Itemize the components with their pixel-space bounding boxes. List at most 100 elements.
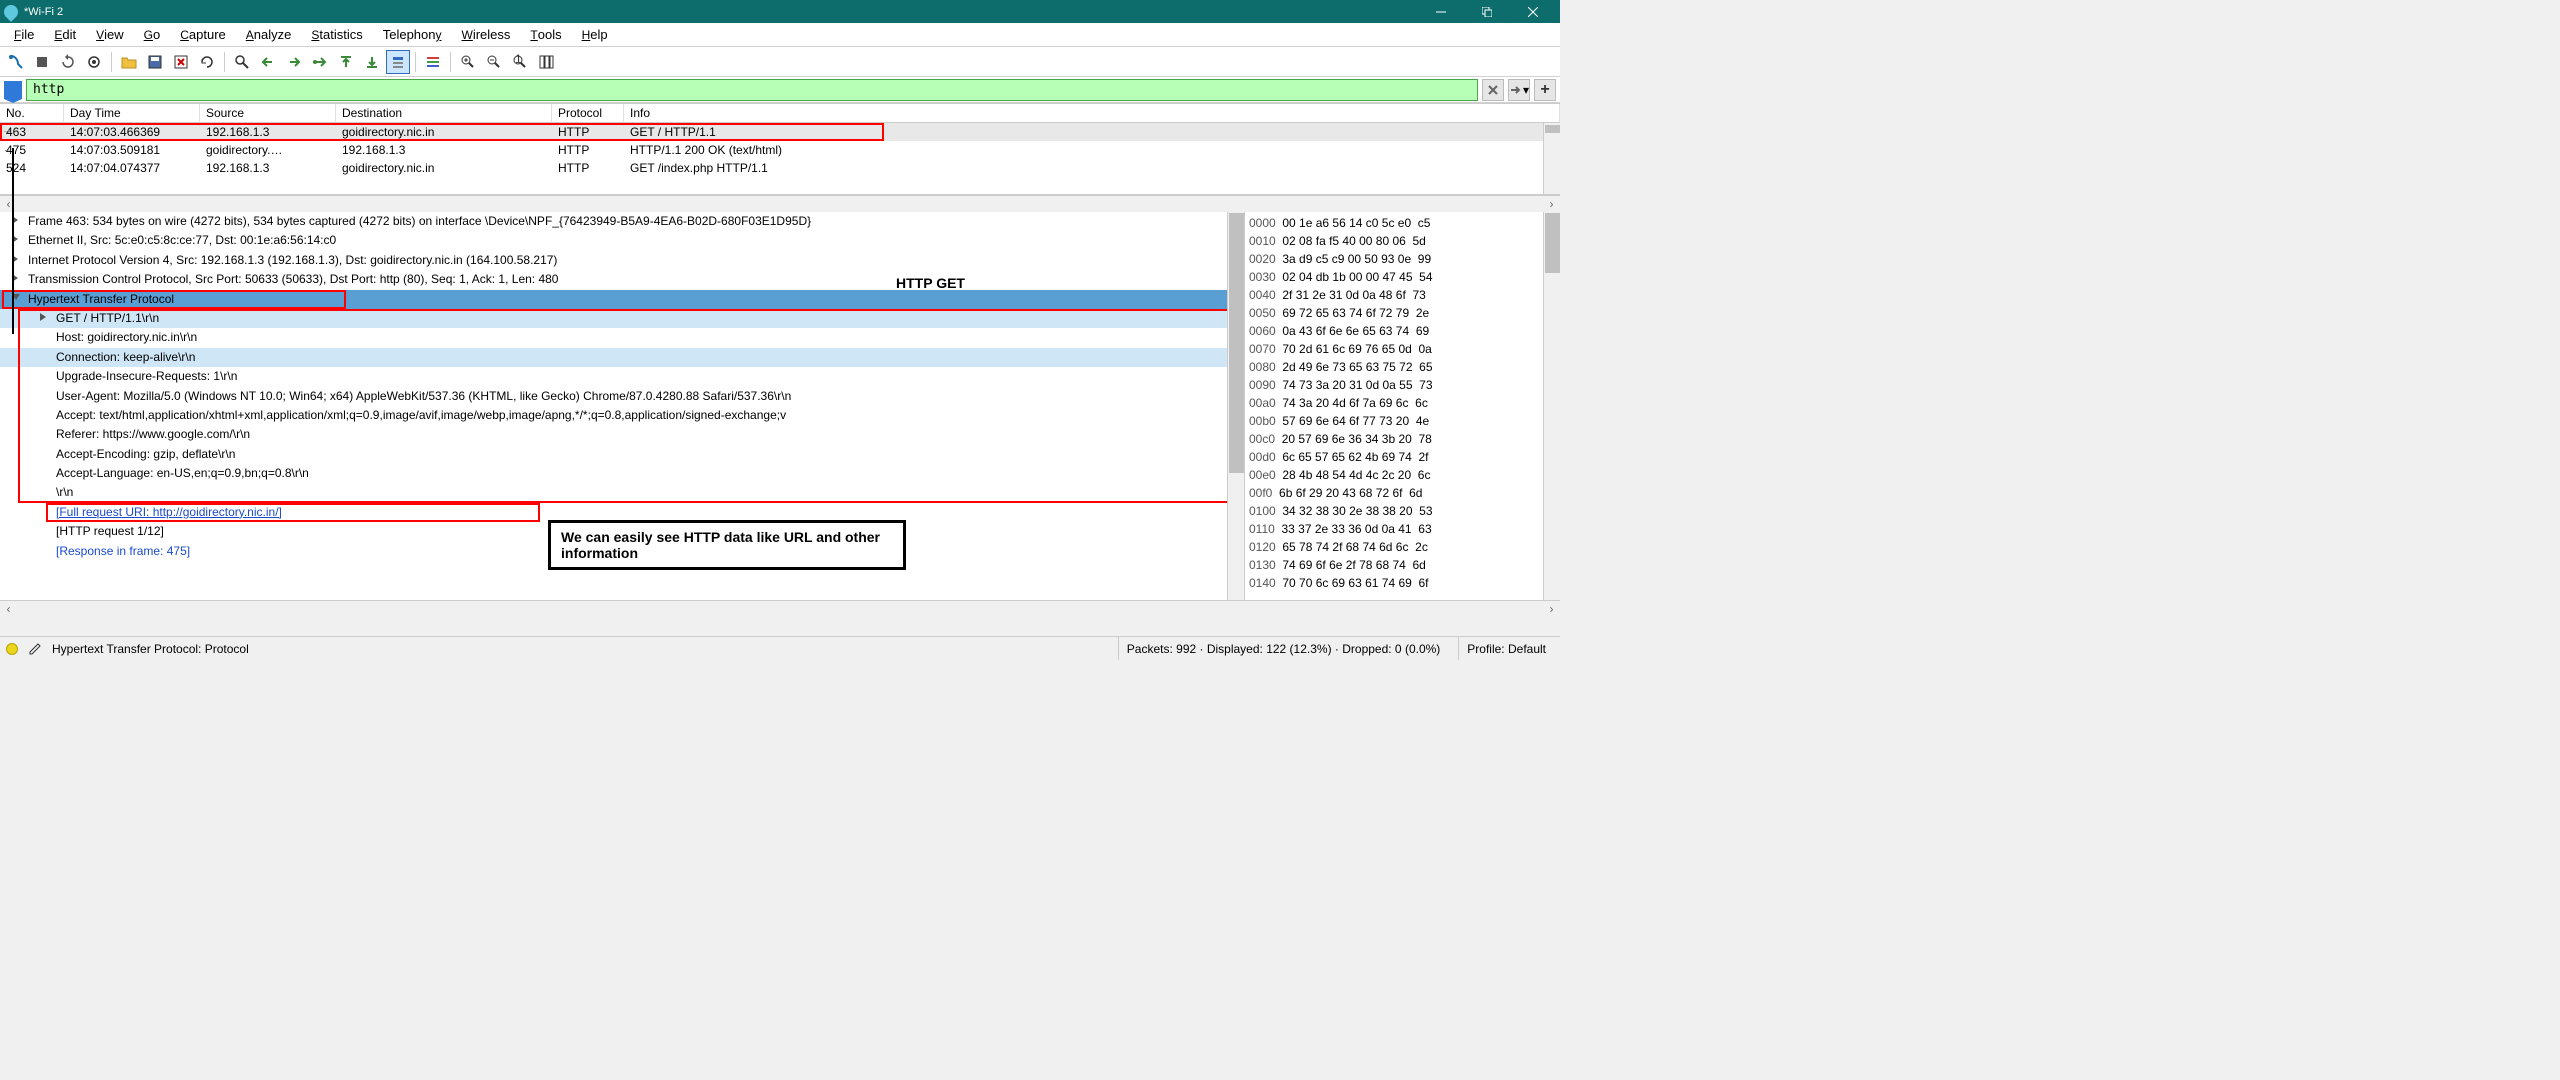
detail-http-get[interactable]: GET / HTTP/1.1\r\n	[0, 309, 1244, 328]
detail-ethernet[interactable]: Ethernet II, Src: 5c:e0:c5:8c:ce:77, Dst…	[0, 231, 1244, 250]
hex-row[interactable]: 00e0 28 4b 48 54 4d 4c 2c 20 6c	[1249, 466, 1556, 484]
start-capture-button[interactable]	[4, 50, 28, 74]
expert-info-icon[interactable]	[6, 643, 18, 655]
col-header-time[interactable]: Day Time	[64, 104, 200, 122]
col-header-info[interactable]: Info	[624, 104, 1560, 122]
open-file-button[interactable]	[117, 50, 141, 74]
detail-http-connection[interactable]: Connection: keep-alive\r\n	[0, 348, 1244, 367]
menu-statistics[interactable]: Statistics	[303, 25, 370, 44]
zoom-in-button[interactable]	[456, 50, 480, 74]
menu-telephony[interactable]: Telephony	[375, 25, 450, 44]
toolbar: 1	[0, 47, 1560, 77]
add-filter-button[interactable]: +	[1534, 79, 1556, 101]
packet-list[interactable]: ➝ ← 46314:07:03.466369192.168.1.3goidire…	[0, 123, 1560, 195]
reload-button[interactable]	[195, 50, 219, 74]
menu-view[interactable]: View	[88, 25, 132, 44]
detail-tcp[interactable]: Transmission Control Protocol, Src Port:…	[0, 270, 1244, 289]
hex-row[interactable]: 00c0 20 57 69 6e 36 34 3b 20 78	[1249, 430, 1556, 448]
go-last-button[interactable]	[360, 50, 384, 74]
hex-row[interactable]: 0060 0a 43 6f 6e 6e 65 63 74 69	[1249, 322, 1556, 340]
auto-scroll-button[interactable]	[386, 50, 410, 74]
details-scrollbar[interactable]	[1227, 212, 1244, 600]
packet-row[interactable]: 46314:07:03.466369192.168.1.3goidirector…	[0, 123, 1560, 141]
packet-list-hscroll[interactable]: ‹›	[0, 195, 1560, 212]
menu-bar: File Edit View Go Capture Analyze Statis…	[0, 23, 1560, 47]
find-packet-button[interactable]	[230, 50, 254, 74]
capture-options-button[interactable]	[82, 50, 106, 74]
minimize-button[interactable]	[1418, 0, 1464, 23]
details-hscroll[interactable]: ‹›	[0, 600, 1560, 617]
packet-row[interactable]: 52414:07:04.074377192.168.1.3goidirector…	[0, 159, 1560, 177]
hex-row[interactable]: 0110 33 37 2e 33 36 0d 0a 41 63	[1249, 520, 1556, 538]
hex-row[interactable]: 0030 02 04 db 1b 00 00 47 45 54	[1249, 268, 1556, 286]
detail-http-useragent[interactable]: User-Agent: Mozilla/5.0 (Windows NT 10.0…	[0, 387, 1244, 406]
zoom-reset-button[interactable]: 1	[508, 50, 532, 74]
status-profile[interactable]: Profile: Default	[1458, 637, 1554, 660]
menu-edit[interactable]: Edit	[46, 25, 84, 44]
detail-http-crlf[interactable]: \r\n	[0, 483, 1244, 502]
edit-icon[interactable]	[28, 642, 42, 656]
menu-help[interactable]: Help	[574, 25, 616, 44]
display-filter-input[interactable]	[26, 79, 1478, 101]
col-header-source[interactable]: Source	[200, 104, 336, 122]
hex-row[interactable]: 00f0 6b 6f 29 20 43 68 72 6f 6d	[1249, 484, 1556, 502]
detail-http-accept-encoding[interactable]: Accept-Encoding: gzip, deflate\r\n	[0, 445, 1244, 464]
menu-wireless[interactable]: Wireless	[454, 25, 519, 44]
hex-row[interactable]: 0010 02 08 fa f5 40 00 80 06 5d	[1249, 232, 1556, 250]
hex-row[interactable]: 0090 74 73 3a 20 31 0d 0a 55 73	[1249, 376, 1556, 394]
hex-row[interactable]: 0120 65 78 74 2f 68 74 6d 6c 2c	[1249, 538, 1556, 556]
detail-http-accept-language[interactable]: Accept-Language: en-US,en;q=0.9,bn;q=0.8…	[0, 464, 1244, 483]
detail-http-accept[interactable]: Accept: text/html,application/xhtml+xml,…	[0, 406, 1244, 425]
menu-analyze[interactable]: Analyze	[238, 25, 300, 44]
hex-row[interactable]: 0140 70 70 6c 69 63 61 74 69 6f	[1249, 574, 1556, 592]
hex-row[interactable]: 0050 69 72 65 63 74 6f 72 79 2e	[1249, 304, 1556, 322]
close-button[interactable]	[1510, 0, 1556, 23]
hex-row[interactable]: 00a0 74 3a 20 4d 6f 7a 69 6c 6c	[1249, 394, 1556, 412]
hex-row[interactable]: 0040 2f 31 2e 31 0d 0a 48 6f 73	[1249, 286, 1556, 304]
restart-capture-button[interactable]	[56, 50, 80, 74]
zoom-out-button[interactable]	[482, 50, 506, 74]
hex-row[interactable]: 00d0 6c 65 57 65 62 4b 69 74 2f	[1249, 448, 1556, 466]
stop-capture-button[interactable]	[30, 50, 54, 74]
hex-row[interactable]: 00b0 57 69 6e 64 6f 77 73 20 4e	[1249, 412, 1556, 430]
detail-frame[interactable]: Frame 463: 534 bytes on wire (4272 bits)…	[0, 212, 1244, 231]
svg-text:1: 1	[515, 54, 522, 66]
annotation-arrow	[12, 148, 14, 334]
hex-row[interactable]: 0080 2d 49 6e 73 65 63 75 72 65	[1249, 358, 1556, 376]
hex-row[interactable]: 0000 00 1e a6 56 14 c0 5c e0 c5	[1249, 214, 1556, 232]
col-header-no[interactable]: No.	[0, 104, 64, 122]
menu-capture[interactable]: Capture	[172, 25, 234, 44]
detail-http-host[interactable]: Host: goidirectory.nic.in\r\n	[0, 328, 1244, 347]
hex-dump-pane[interactable]: 0000 00 1e a6 56 14 c0 5c e0 c50010 02 0…	[1244, 212, 1560, 600]
detail-http-referer[interactable]: Referer: https://www.google.com/\r\n	[0, 425, 1244, 444]
packet-row[interactable]: 47514:07:03.509181goidirectory.…192.168.…	[0, 141, 1560, 159]
maximize-button[interactable]	[1464, 0, 1510, 23]
menu-tools[interactable]: Tools	[522, 25, 569, 44]
detail-ip[interactable]: Internet Protocol Version 4, Src: 192.16…	[0, 251, 1244, 270]
colorize-button[interactable]	[421, 50, 445, 74]
go-to-packet-button[interactable]	[308, 50, 332, 74]
hex-row[interactable]: 0100 34 32 38 30 2e 38 38 20 53	[1249, 502, 1556, 520]
col-header-destination[interactable]: Destination	[336, 104, 552, 122]
detail-http[interactable]: Hypertext Transfer Protocol	[0, 290, 1244, 309]
apply-filter-button[interactable]: ▾	[1508, 79, 1530, 101]
bookmark-icon[interactable]	[4, 81, 22, 99]
hex-row[interactable]: 0130 74 69 6f 6e 2f 78 68 74 6d	[1249, 556, 1556, 574]
packet-list-scrollbar[interactable]	[1543, 123, 1560, 194]
go-first-button[interactable]	[334, 50, 358, 74]
packet-details-pane[interactable]: Frame 463: 534 bytes on wire (4272 bits)…	[0, 212, 1244, 600]
go-forward-button[interactable]	[282, 50, 306, 74]
save-file-button[interactable]	[143, 50, 167, 74]
clear-filter-button[interactable]	[1482, 79, 1504, 101]
hex-row[interactable]: 0020 3a d9 c5 c9 00 50 93 0e 99	[1249, 250, 1556, 268]
go-back-button[interactable]	[256, 50, 280, 74]
detail-http-upgrade[interactable]: Upgrade-Insecure-Requests: 1\r\n	[0, 367, 1244, 386]
resize-columns-button[interactable]	[534, 50, 558, 74]
hex-row[interactable]: 0070 70 2d 61 6c 69 76 65 0d 0a	[1249, 340, 1556, 358]
menu-go[interactable]: Go	[136, 25, 169, 44]
hex-scrollbar[interactable]	[1543, 212, 1560, 600]
col-header-protocol[interactable]: Protocol	[552, 104, 624, 122]
close-file-button[interactable]	[169, 50, 193, 74]
menu-file[interactable]: File	[6, 25, 42, 44]
packet-list-header: No. Day Time Source Destination Protocol…	[0, 103, 1560, 123]
